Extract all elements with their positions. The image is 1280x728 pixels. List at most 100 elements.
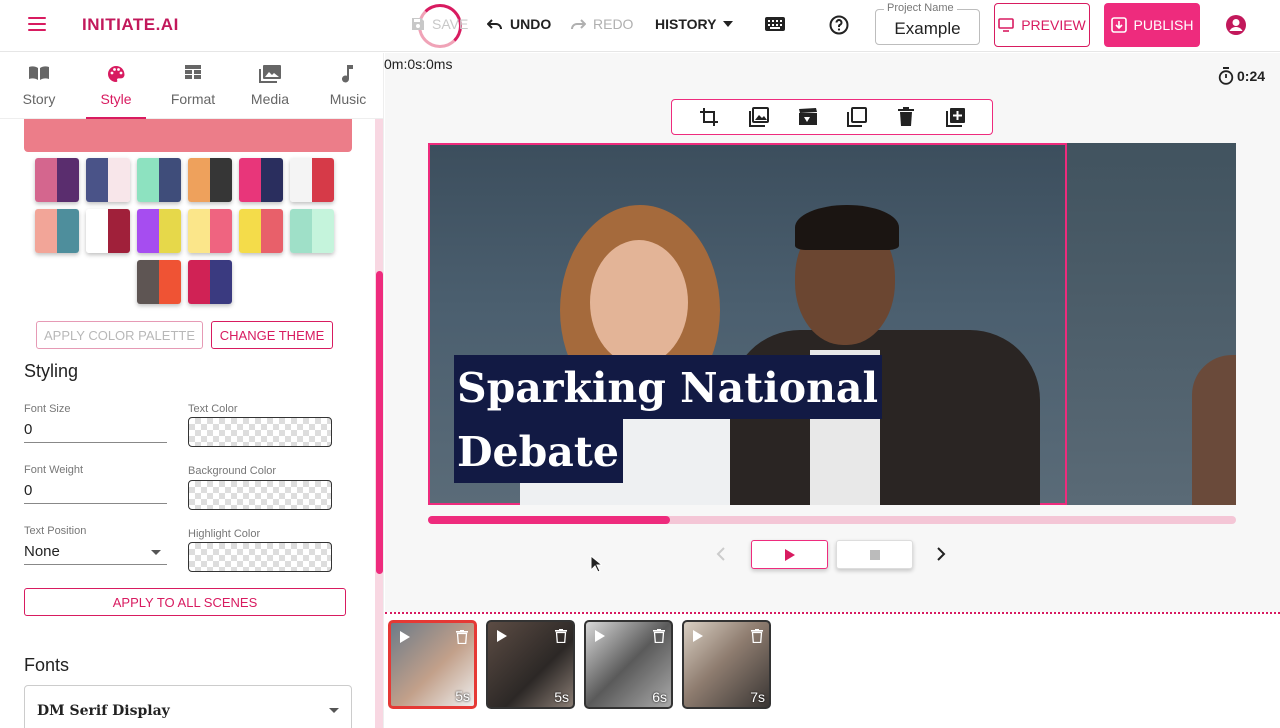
apply-color-palette-button[interactable]: APPLY COLOR PALETTE [36, 321, 203, 349]
left-panel: Story Style Format Media Music APPLY COL… [0, 53, 384, 728]
tab-style[interactable]: Style [77, 65, 155, 107]
palette-swatch[interactable] [290, 209, 334, 253]
keyboard-icon[interactable] [765, 17, 785, 31]
scene-duration: 5s [554, 689, 569, 705]
palette-swatch[interactable] [35, 158, 79, 202]
project-name-label: Project Name [884, 2, 957, 14]
help-icon[interactable] [829, 15, 849, 35]
delete-icon[interactable] [456, 630, 468, 644]
palette-swatch-color [35, 158, 57, 202]
palette-swatch[interactable] [137, 260, 181, 304]
play-button[interactable] [751, 540, 828, 569]
palette-swatch-color [210, 209, 232, 253]
movie-icon[interactable] [798, 107, 818, 127]
project-name-field[interactable]: Project Name Example [875, 2, 980, 45]
stopwatch-icon [1218, 67, 1234, 85]
caret-down-icon [723, 21, 734, 27]
palette-swatch[interactable] [86, 158, 130, 202]
text-color-picker[interactable] [188, 417, 332, 447]
scene-caption[interactable]: Sparking National Debate [454, 355, 883, 483]
background-color-label: Background Color [188, 465, 277, 477]
publish-button[interactable]: PUBLISH [1104, 3, 1200, 47]
save-label: SAVE [432, 16, 469, 32]
scene-thumbnail[interactable]: 5s [486, 620, 575, 709]
font-weight-input[interactable]: 0 [24, 478, 167, 504]
monitor-icon [998, 18, 1015, 32]
palette-swatch-color [188, 260, 210, 304]
palette-swatch-color [290, 209, 312, 253]
account-icon[interactable] [1225, 14, 1247, 36]
play-icon[interactable] [497, 630, 507, 642]
duplicate-icon[interactable] [847, 107, 867, 127]
preview-button[interactable]: PREVIEW [994, 3, 1090, 47]
tab-media[interactable]: Media [231, 65, 309, 107]
save-icon [412, 18, 424, 30]
scene-person-hair [795, 205, 899, 250]
palette-swatch-color [159, 260, 181, 304]
play-icon[interactable] [693, 630, 703, 642]
text-position-value: None [24, 543, 60, 560]
scene-thumbnail[interactable]: 7s [682, 620, 771, 709]
next-scene-icon[interactable] [936, 547, 946, 561]
image-icon[interactable] [749, 107, 769, 127]
previous-scene-icon[interactable] [716, 547, 726, 561]
text-position-select[interactable]: None [24, 539, 167, 565]
tab-story[interactable]: Story [0, 65, 78, 107]
scene-filmstrip: 5s 5s 6s 7s [385, 612, 1280, 728]
total-duration: 0:24 [1218, 67, 1265, 85]
video-canvas[interactable]: Sparking National Debate [428, 143, 1236, 505]
highlight-color-picker[interactable] [188, 542, 332, 572]
palette-icon [108, 66, 125, 82]
palette-swatch[interactable] [137, 209, 181, 253]
palette-swatch-color [290, 158, 312, 202]
stop-button[interactable] [836, 540, 913, 569]
delete-icon[interactable] [751, 629, 763, 643]
save-button[interactable]: SAVE [411, 16, 468, 32]
media-icon [259, 65, 281, 83]
play-icon[interactable] [400, 631, 410, 643]
palette-swatch[interactable] [35, 209, 79, 253]
brand-logo: INITIATE.AI [82, 15, 179, 34]
palette-swatch[interactable] [86, 209, 130, 253]
palette-swatch-color [86, 209, 108, 253]
current-scene-frame[interactable]: Sparking National Debate [428, 143, 1067, 505]
current-color-preview [24, 119, 352, 152]
font-size-input[interactable]: 0 [24, 417, 167, 443]
add-scene-icon[interactable] [946, 107, 966, 127]
background-color-picker[interactable] [188, 480, 332, 510]
palette-swatch-color [210, 158, 232, 202]
scene-thumbnail[interactable]: 6s [584, 620, 673, 709]
delete-icon[interactable] [555, 629, 567, 643]
apply-to-all-scenes-button[interactable]: APPLY TO ALL SCENES [24, 588, 346, 616]
crop-icon[interactable] [699, 107, 719, 127]
project-name-value[interactable]: Example [876, 19, 979, 39]
palette-swatch[interactable] [188, 158, 232, 202]
redo-button[interactable]: REDO [570, 16, 633, 32]
palette-swatch[interactable] [239, 158, 283, 202]
undo-button[interactable]: UNDO [487, 16, 551, 32]
timecode: 0m:0s:0ms [384, 56, 453, 72]
styling-title: Styling [24, 361, 79, 381]
palette-swatch[interactable] [188, 260, 232, 304]
menu-icon[interactable] [28, 17, 46, 31]
delete-icon[interactable] [653, 629, 665, 643]
palette-swatch[interactable] [188, 209, 232, 253]
palette-swatch[interactable] [290, 158, 334, 202]
undo-icon [487, 19, 502, 30]
scene-thumbnail[interactable]: 5s [388, 620, 477, 709]
total-duration-value: 0:24 [1237, 68, 1266, 84]
tab-format[interactable]: Format [154, 65, 232, 107]
palette-swatch[interactable] [137, 158, 181, 202]
panel-scrollbar-thumb[interactable] [376, 271, 383, 574]
change-theme-button[interactable]: CHANGE THEME [211, 321, 333, 349]
scene-duration: 5s [455, 688, 470, 704]
palette-swatch[interactable] [239, 209, 283, 253]
tab-media-label: Media [250, 91, 290, 107]
tab-music[interactable]: Music [309, 65, 383, 107]
delete-icon[interactable] [898, 107, 914, 127]
history-dropdown[interactable]: HISTORY [655, 16, 734, 32]
palette-swatch-color [239, 209, 261, 253]
play-icon[interactable] [595, 630, 605, 642]
font-select[interactable]: DM Serif Display [24, 685, 352, 728]
playback-progress-fill [428, 516, 670, 524]
